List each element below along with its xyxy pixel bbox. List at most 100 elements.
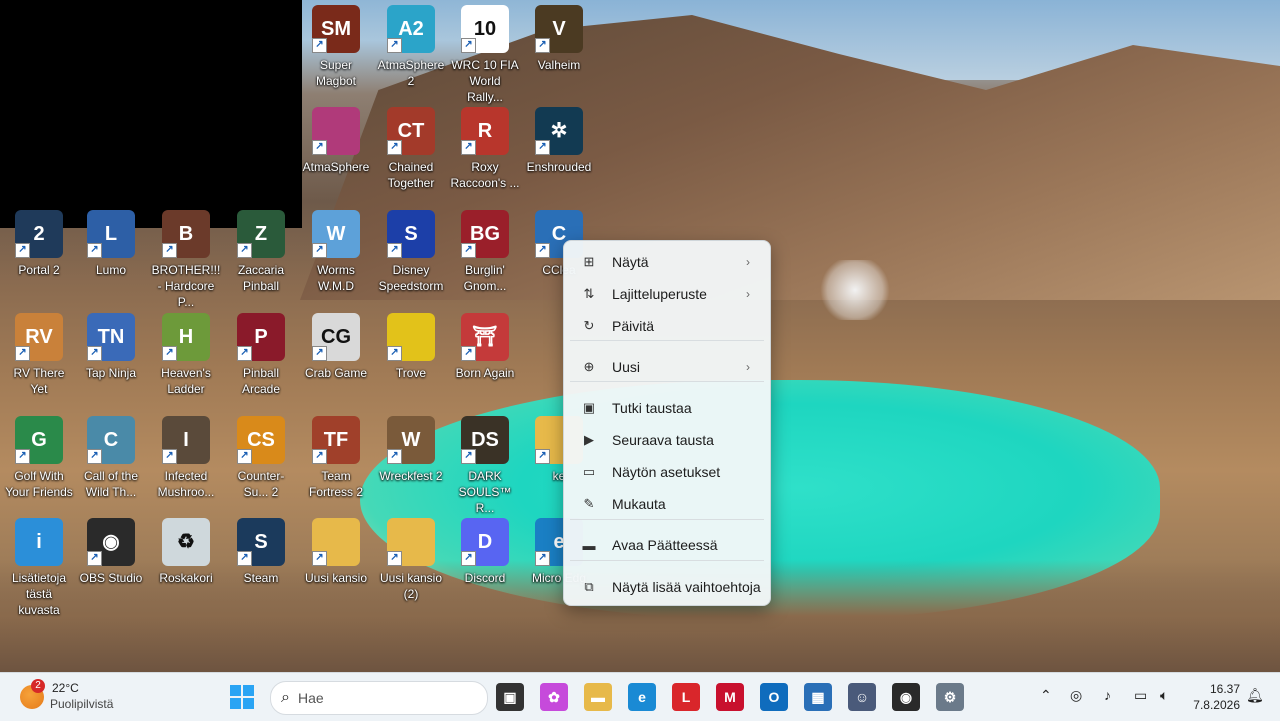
menu-item[interactable]: ⊞ Näytä › xyxy=(570,247,764,277)
shortcut-arrow-icon: ↗ xyxy=(461,140,476,155)
app-icon: DS ↗ xyxy=(461,416,509,464)
desktop-icon[interactable]: RV ↗ RV There Yet xyxy=(2,310,76,410)
menu-item[interactable]: ⧉ Näytä lisää vaihtoehtoja xyxy=(570,572,764,602)
taskbar-app-settings[interactable]: ⚙ xyxy=(936,683,964,711)
weather-widget[interactable]: 2 22°C Puolipilvistä xyxy=(14,679,124,715)
taskbar-app-outlook[interactable]: O xyxy=(760,683,788,711)
desktop-icon[interactable]: G ↗ Golf With Your Friends xyxy=(2,413,76,513)
desktop-icon-label: Super Magbot xyxy=(315,58,357,88)
taskbar-app-file-explorer[interactable]: ▬ xyxy=(584,683,612,711)
desktop-icon[interactable]: ↗ Uusi kansio (2) xyxy=(374,515,448,615)
menu-item[interactable]: ▶ Seuraava tausta xyxy=(570,425,764,455)
weather-temp: 22°C xyxy=(52,681,79,695)
desktop-icon[interactable]: B ↗ BROTHER!!! - Hardcore P... xyxy=(149,207,223,309)
desktop-icon-label: Counter-Su... 2 xyxy=(237,469,285,499)
desktop-icon-label: Team Fortress 2 xyxy=(308,469,363,499)
app-icon: ↗ xyxy=(312,518,360,566)
clock[interactable]: 16.37 7.8.2026 xyxy=(1188,681,1240,713)
volume-icon[interactable]: 🔈︎ xyxy=(1160,687,1168,704)
taskbar-app-app-l[interactable]: L xyxy=(672,683,700,711)
menu-item[interactable]: ⊕ Uusi › xyxy=(570,352,764,382)
app-icon: ↗ xyxy=(312,107,360,155)
app-icon: W ↗ xyxy=(312,210,360,258)
app-icon: CT ↗ xyxy=(387,107,435,155)
shortcut-arrow-icon: ↗ xyxy=(461,38,476,53)
app-icon-glyph: C xyxy=(103,429,119,451)
taskbar-app-task-view[interactable]: ▣ xyxy=(496,683,524,711)
desktop-icon[interactable]: CS ↗ Counter-Su... 2 xyxy=(224,413,298,513)
desktop-icon[interactable]: I ↗ Infected Mushroo... xyxy=(149,413,223,513)
black-overlay xyxy=(0,0,302,228)
desktop-icon[interactable]: R ↗ Roxy Raccoon's ... xyxy=(448,104,522,204)
menu-item[interactable]: ✎ Mukauta xyxy=(570,489,764,519)
desktop-icon-label: BROTHER!!! - Hardcore P... xyxy=(151,263,221,309)
desktop-context-menu: ⊞ Näytä › ⇅ Lajitteluperuste › ↻ Päivitä ⊕ Uusi › ▣… xyxy=(563,240,771,606)
desktop-icon[interactable]: ♻ Roskakori xyxy=(149,515,223,615)
app-icon: ◉ ↗ xyxy=(87,518,135,566)
desktop-icon[interactable]: 10 ↗ WRC 10 FIA World Rally... xyxy=(448,2,522,104)
desktop-icon[interactable]: A2 ↗ AtmaSphere 2 xyxy=(374,2,448,102)
desktop-icon[interactable]: ✲ ↗ Enshrouded xyxy=(522,104,596,204)
desktop-icon[interactable]: C ↗ Call of the Wild Th... xyxy=(74,413,148,513)
desktop-icon[interactable]: H ↗ Heaven's Ladder xyxy=(149,310,223,410)
desktop-icon[interactable]: S ↗ Steam xyxy=(224,515,298,615)
desktop-icon[interactable]: TF ↗ Team Fortress 2 xyxy=(299,413,373,513)
taskbar-app-edge[interactable]: e xyxy=(628,683,656,711)
app-icon-glyph: A2 xyxy=(398,18,424,40)
desktop-icon[interactable]: Z ↗ Zaccaria Pinball xyxy=(224,207,298,307)
taskbar-app-mcafee[interactable]: M xyxy=(716,683,744,711)
menu-item[interactable]: ▣ Tutki taustaa xyxy=(570,393,764,423)
desktop-icon[interactable]: CT ↗ Chained Together xyxy=(374,104,448,204)
windows-logo-icon xyxy=(230,685,241,696)
desktop-icon[interactable]: D ↗ Discord xyxy=(448,515,522,615)
app-icon-glyph: RV xyxy=(25,326,53,348)
app-icon: S ↗ xyxy=(237,518,285,566)
app-icon: C ↗ xyxy=(87,416,135,464)
taskbar-app-copilot[interactable]: ✿ xyxy=(540,683,568,711)
menu-item[interactable]: ⇅ Lajitteluperuste › xyxy=(570,279,764,309)
start-button[interactable] xyxy=(230,685,254,709)
display-icon[interactable]: ▭ xyxy=(1134,687,1147,704)
desktop-icon[interactable]: BG ↗ Burglin' Gnom... xyxy=(448,207,522,307)
desktop-icon[interactable]: CG ↗ Crab Game xyxy=(299,310,373,410)
taskbar-app-obs[interactable]: ◉ xyxy=(892,683,920,711)
desktop-icon-label: Discord xyxy=(464,571,506,585)
taskbar-app-store[interactable]: ▦ xyxy=(804,683,832,711)
menu-item-label: Tutki taustaa xyxy=(612,400,692,416)
desktop-icon[interactable]: ↗ Trove xyxy=(374,310,448,410)
search-placeholder: Hae xyxy=(297,690,324,706)
desktop-icon[interactable]: ↗ Uusi kansio xyxy=(299,515,373,615)
search-box[interactable]: ⌕ Hae xyxy=(270,681,488,715)
desktop-icon-label: Uusi kansio xyxy=(304,571,368,585)
desktop-icon[interactable]: i Lisätietoja tästä kuvasta xyxy=(2,515,76,617)
taskbar-app-photos[interactable]: ☺ xyxy=(848,683,876,711)
menu-item[interactable]: ↻ Päivitä xyxy=(570,311,764,341)
desktop-icon[interactable]: P ↗ Pinball Arcade xyxy=(224,310,298,410)
desktop-icon-label: Golf With Your Friends xyxy=(5,469,73,499)
menu-item[interactable]: ▬ Avaa Päätteessä xyxy=(570,530,764,560)
desktop-icon[interactable]: W ↗ Wreckfest 2 xyxy=(374,413,448,513)
menu-item-label: Päivitä xyxy=(612,318,655,334)
desktop-icon[interactable]: V ↗ Valheim xyxy=(522,2,596,102)
desktop-icon[interactable]: ⛩ ↗ Born Again xyxy=(448,310,522,410)
desktop-icon[interactable]: W ↗ Worms W.M.D xyxy=(299,207,373,307)
app-icon-glyph: S xyxy=(404,223,418,245)
desktop-icon[interactable]: TN ↗ Tap Ninja xyxy=(74,310,148,410)
desktop-icon[interactable]: DS ↗ DARK SOULS™ R... xyxy=(448,413,522,515)
tray-chevron-icon[interactable]: ⌃ xyxy=(1040,687,1052,704)
app-icon: V ↗ xyxy=(535,5,583,53)
desktop-icon[interactable]: 2 ↗ Portal 2 xyxy=(2,207,76,307)
network-icon[interactable]: ◎ xyxy=(1070,687,1082,704)
desktop-icon[interactable]: SM ↗ Super Magbot xyxy=(299,2,373,102)
desktop-icon[interactable]: ↗ AtmaSphere xyxy=(299,104,373,204)
shortcut-arrow-icon: ↗ xyxy=(461,346,476,361)
desktop-icon-label: Enshrouded xyxy=(526,160,592,174)
desktop-icon[interactable]: ◉ ↗ OBS Studio xyxy=(74,515,148,615)
desktop-icon[interactable]: S ↗ Disney Speedstorm xyxy=(374,207,448,307)
menu-item[interactable]: ▭ Näytön asetukset xyxy=(570,457,764,487)
app-icon: A2 ↗ xyxy=(387,5,435,53)
notifications-icon[interactable]: 🔔︎ xyxy=(1246,687,1264,704)
desktop-icon[interactable]: L ↗ Lumo xyxy=(74,207,148,307)
microphone-icon[interactable]: ♪ xyxy=(1104,687,1111,703)
shortcut-arrow-icon: ↗ xyxy=(312,38,327,53)
